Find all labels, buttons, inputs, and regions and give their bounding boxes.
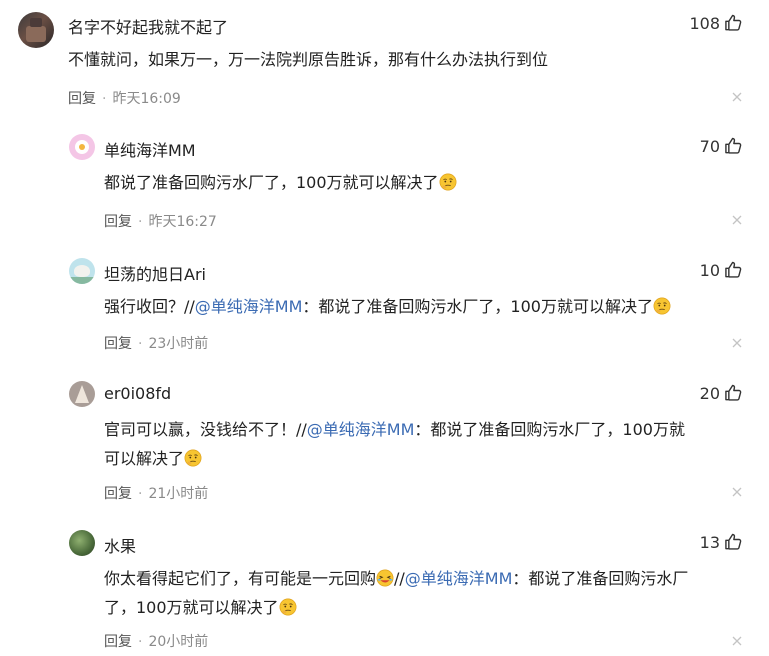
- reply-button[interactable]: 回复: [104, 486, 132, 502]
- username[interactable]: 单纯海洋MM: [104, 137, 196, 161]
- reply-button[interactable]: 回复: [104, 214, 132, 230]
- comment-thread: 名字不好起我就不起了 108 不懂就问，如果万一，万一法院判原告胜诉，那有什么办…: [0, 0, 769, 656]
- comment-text: 官司可以赢，没钱给不了！//@单纯海洋MM：都说了准备回购污水厂了，100万就 …: [104, 415, 685, 473]
- timestamp: 21小时前: [148, 486, 209, 502]
- comment-prefix: 你太看得起它们了，有可能是一元回购: [104, 569, 377, 588]
- reply-button[interactable]: 回复: [104, 336, 132, 352]
- close-icon[interactable]: [731, 337, 743, 349]
- timestamp: 23小时前: [148, 336, 209, 352]
- avatar[interactable]: [69, 530, 95, 556]
- like-count: 108: [689, 13, 720, 33]
- comment-meta: 回复 · 21小时前: [104, 486, 209, 502]
- comment-text: 不懂就问，如果万一，万一法院判原告胜诉，那有什么办法执行到位: [68, 50, 549, 69]
- quoted-text-continued: 了，100万就可以解决了: [104, 598, 279, 617]
- timestamp: 昨天16:09: [112, 91, 181, 107]
- comment-meta: 回复 · 昨天16:09: [68, 91, 181, 107]
- like-button[interactable]: 13: [700, 532, 743, 552]
- timestamp: 20小时前: [148, 634, 209, 650]
- username[interactable]: er0i08fd: [104, 384, 171, 403]
- username[interactable]: 坦荡的旭日Ari: [104, 261, 206, 285]
- comment-text: 都说了准备回购污水厂了，100万就可以解决了: [104, 168, 457, 197]
- quoted-text: ：都说了准备回购污水厂: [512, 569, 689, 588]
- quoted-text: ：都说了准备回购污水厂了，100万就可以解决了: [302, 297, 653, 316]
- like-count: 13: [699, 532, 720, 552]
- close-icon[interactable]: [731, 486, 743, 498]
- comment-meta: 回复 · 23小时前: [104, 336, 209, 352]
- like-count: 10: [699, 260, 720, 280]
- mention-link[interactable]: @单纯海洋MM: [405, 569, 513, 588]
- like-button[interactable]: 108: [689, 13, 743, 33]
- comment-prefix: 强行收回？//: [104, 297, 195, 316]
- comment-meta: 回复 · 20小时前: [104, 634, 209, 650]
- like-count: 70: [699, 136, 720, 156]
- reply-button[interactable]: 回复: [104, 634, 132, 650]
- thinking-face-emoji: [653, 297, 671, 315]
- username[interactable]: 名字不好起我就不起了: [68, 14, 228, 38]
- reply-button[interactable]: 回复: [68, 91, 96, 107]
- timestamp: 昨天16:27: [148, 214, 217, 230]
- thumbs-up-icon: [723, 532, 743, 552]
- avatar[interactable]: [69, 134, 95, 160]
- mention-link[interactable]: @单纯海洋MM: [195, 297, 303, 316]
- comment-meta: 回复 · 昨天16:27: [104, 214, 217, 230]
- thinking-face-emoji: [439, 173, 457, 191]
- thumbs-up-icon: [723, 136, 743, 156]
- comment-body: 都说了准备回购污水厂了，100万就可以解决了: [104, 173, 439, 192]
- comment-text: 强行收回？//@单纯海洋MM：都说了准备回购污水厂了，100万就可以解决了: [104, 292, 671, 321]
- quoted-text-continued: 可以解决了: [104, 449, 185, 468]
- close-icon[interactable]: [731, 91, 743, 103]
- quoted-text: ：都说了准备回购污水厂了，100万就: [414, 420, 685, 439]
- avatar[interactable]: [69, 381, 95, 407]
- thumbs-up-icon: [723, 260, 743, 280]
- avatar[interactable]: [18, 12, 54, 48]
- close-icon[interactable]: [731, 635, 743, 647]
- mention-link[interactable]: @单纯海洋MM: [307, 420, 415, 439]
- comment-text: 你太看得起它们了，有可能是一元回购 //@单纯海洋MM：都说了准备回购污水厂 了，…: [104, 564, 688, 622]
- avatar[interactable]: [69, 258, 95, 284]
- thumbs-up-icon: [723, 383, 743, 403]
- like-button[interactable]: 20: [700, 383, 743, 403]
- username[interactable]: 水果: [104, 533, 136, 557]
- like-button[interactable]: 10: [700, 260, 743, 280]
- thinking-face-emoji: [184, 449, 202, 467]
- comment-separator: //: [394, 569, 405, 588]
- like-count: 20: [699, 383, 720, 403]
- like-button[interactable]: 70: [700, 136, 743, 156]
- laughing-face-emoji: [376, 569, 394, 587]
- thumbs-up-icon: [723, 13, 743, 33]
- comment-prefix: 官司可以赢，没钱给不了！//: [104, 420, 307, 439]
- thinking-face-emoji: [279, 598, 297, 616]
- close-icon[interactable]: [731, 214, 743, 226]
